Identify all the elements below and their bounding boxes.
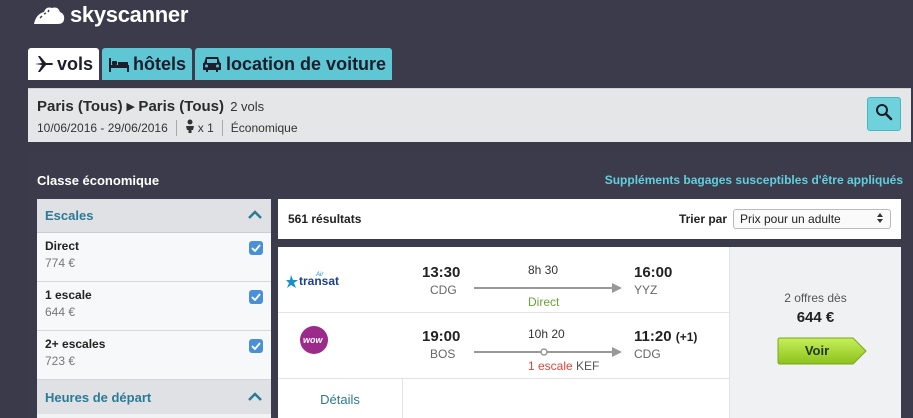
stops-option-1-stop[interactable]: 1 escale 644 € (37, 282, 271, 331)
search-icon (875, 103, 893, 126)
sun-cloud-logo-icon (34, 7, 65, 24)
tab-car-rental[interactable]: location de voiture (195, 48, 393, 80)
tab-label: location de voiture (226, 53, 387, 74)
bed-icon (108, 55, 130, 73)
flight-arrow-icon (474, 347, 622, 357)
details-link[interactable]: Détails (278, 379, 403, 418)
return-leg: wow 19:00 BOS 10h 20 1 escale KEF 11:20 … (278, 313, 729, 377)
departure-time: 19:00 (422, 328, 461, 345)
flight-arrow-icon (474, 283, 622, 293)
departure-times-title: Heures de départ (45, 389, 152, 405)
departure-time: 13:30 (422, 264, 461, 281)
results-list: 561 résultats Trier par Prix pour un adu… (278, 199, 901, 418)
select-arrows-icon (876, 212, 884, 227)
skyscanner-logo[interactable]: skyscanner (30, 2, 188, 28)
passenger-count: x 1 (197, 120, 214, 135)
brand-name: skyscanner (70, 2, 189, 27)
results-count: 561 résultats (288, 212, 362, 226)
travel-dates: 10/06/2016 - 29/06/2016 (37, 120, 168, 135)
sort-select[interactable]: Prix pour un adulte (733, 209, 891, 229)
card-footer: Détails (278, 378, 729, 418)
departure-airport: BOS (430, 347, 456, 361)
flights-count: 2 vols (230, 99, 265, 114)
chevron-up-icon (247, 208, 263, 223)
flight-duration: 8h 30 (528, 263, 559, 277)
baggage-fees-link[interactable]: Suppléments bagages susceptibles d'être … (605, 173, 903, 187)
stopover-airport: KEF (576, 359, 600, 373)
stops-option-label: 1 escale (45, 288, 92, 302)
wow-air-logo: wow (286, 326, 338, 360)
chevron-up-icon (247, 390, 263, 405)
stops-option-label: 2+ escales (45, 337, 106, 351)
arrival-time-value: 11:20 (634, 328, 672, 345)
flight-legs: Air transat 13:30 CDG 8h 30 Direct 16:00… (278, 247, 729, 378)
car-icon (201, 55, 223, 73)
view-deal-button[interactable]: Voir (777, 337, 867, 365)
airline-name-text: wow (303, 335, 323, 345)
offer-box: 2 offres dès 644 € Voir (729, 247, 901, 418)
sort-bar: 561 résultats Trier par Prix pour un adu… (278, 199, 901, 239)
sort-control: Trier par Prix pour un adulte (679, 209, 891, 229)
offers-count: 2 offres dès (784, 291, 847, 305)
person-icon (185, 119, 195, 136)
offer-price: 644 € (796, 309, 835, 326)
tab-label: vols (57, 53, 94, 74)
search-button[interactable] (867, 97, 901, 131)
checkbox-checked[interactable] (249, 339, 263, 353)
airline-name-text: transat (299, 274, 339, 288)
air-transat-logo: Air transat (286, 269, 348, 296)
checkbox-checked[interactable] (249, 241, 263, 255)
arrival-airport: CDG (634, 347, 661, 361)
tab-flights[interactable]: vols (28, 48, 100, 80)
flight-result-card: Air transat 13:30 CDG 8h 30 Direct 16:00… (278, 247, 901, 418)
stops-option-price: 723 € (45, 354, 76, 368)
flight-duration: 10h 20 (528, 327, 565, 341)
route-text: Paris (Tous) ▸ Paris (Tous) (37, 98, 225, 115)
check-icon (251, 244, 261, 252)
divider (221, 119, 223, 136)
departure-times-filter-header[interactable]: Heures de départ (37, 380, 271, 414)
stops-option-label: Direct (45, 239, 80, 253)
route-summary[interactable]: Paris (Tous) ▸ Paris (Tous) 2 vols (37, 97, 264, 115)
day-offset: (+1) (675, 330, 698, 344)
outbound-leg: Air transat 13:30 CDG 8h 30 Direct 16:00… (278, 249, 729, 313)
sort-select-value: Prix pour un adulte (740, 212, 841, 226)
stops-option-price: 774 € (45, 256, 76, 270)
checkbox-checked[interactable] (249, 290, 263, 304)
stops-count: 1 escale (528, 359, 573, 373)
arrival-time: 11:20 (+1) (634, 328, 697, 345)
stops-info: Direct (528, 295, 560, 309)
stops-option-direct[interactable]: Direct 774 € (37, 233, 271, 282)
plane-icon (34, 55, 54, 73)
stops-option-2plus-stops[interactable]: 2+ escales 723 € (37, 331, 271, 380)
cabin-class-title: Classe économique (37, 173, 160, 188)
view-deal-label: Voir (804, 343, 830, 358)
tab-hotels[interactable]: hôtels (102, 48, 193, 80)
cabin-class: Économique (230, 120, 298, 135)
stops-filter-header[interactable]: Escales (37, 199, 271, 233)
divider (175, 119, 177, 136)
product-tabs: vols hôtels location de voiture (28, 48, 393, 80)
check-icon (251, 342, 261, 350)
stops-info: 1 escale KEF (528, 359, 599, 373)
stops-filter-title: Escales (45, 208, 94, 223)
check-icon (251, 293, 261, 301)
departure-airport: CDG (430, 283, 457, 297)
search-summary: Paris (Tous) ▸ Paris (Tous) 2 vols 10/06… (28, 88, 911, 142)
header: skyscanner vols hôtels location de voitu… (0, 0, 913, 80)
arrival-airport: YYZ (634, 283, 658, 297)
sort-label: Trier par (678, 212, 727, 226)
filters-sidebar: Escales Direct 774 € 1 escale 644 € 2+ e… (37, 199, 271, 418)
search-meta: 10/06/2016 - 29/06/2016 x 1 Économique (37, 119, 298, 136)
arrival-time: 16:00 (634, 264, 673, 281)
results-panel: Classe économique Suppléments bagages su… (28, 151, 911, 418)
tab-label: hôtels (133, 53, 187, 74)
stops-option-price: 644 € (45, 305, 76, 319)
